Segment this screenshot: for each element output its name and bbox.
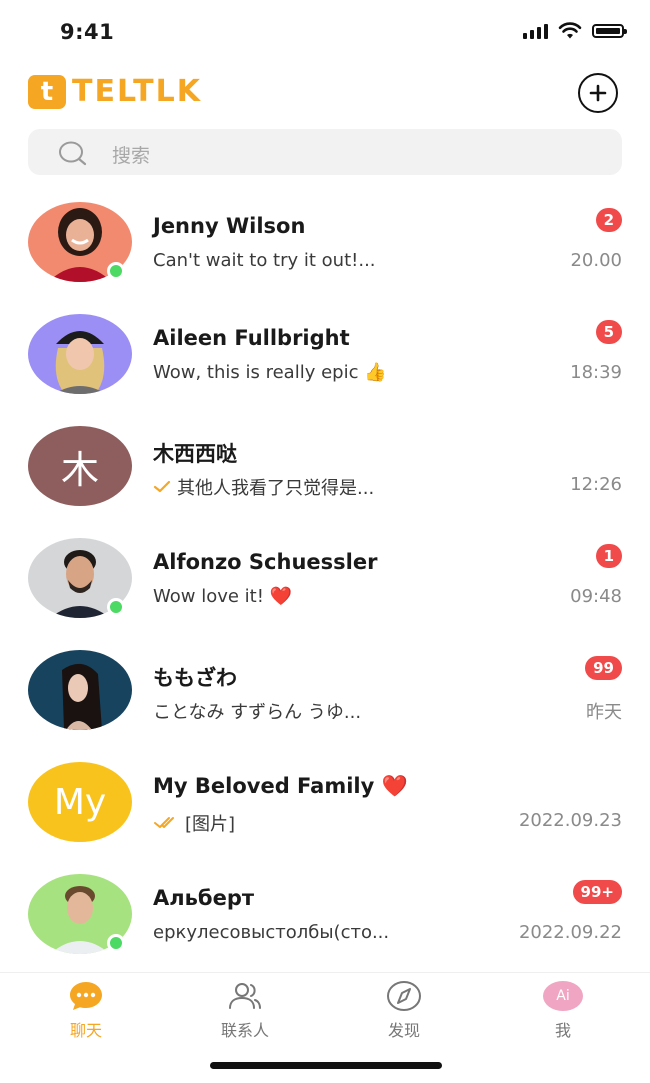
chat-name: Aileen Fullbright — [153, 326, 350, 350]
signal-icon — [523, 23, 548, 39]
avatar — [28, 314, 132, 394]
chat-preview: ことなみ すずらん うゆ... — [153, 698, 361, 724]
avatar-letter: My — [28, 762, 132, 842]
avatar — [28, 538, 132, 618]
tab-contacts[interactable]: 联系人 — [195, 979, 295, 1041]
home-indicator — [210, 1062, 442, 1069]
search-icon — [59, 141, 87, 166]
avatar — [28, 874, 132, 954]
tab-label: 我 — [554, 1021, 571, 1040]
chat-item[interactable]: Alfonzo Schuessler Wow love it! ❤️ 1 09:… — [0, 526, 650, 638]
battery-icon — [592, 24, 627, 38]
chat-preview: [图片] — [153, 810, 235, 836]
chat-item[interactable]: Aileen Fullbright Wow, this is really ep… — [0, 302, 650, 414]
online-indicator — [107, 934, 125, 952]
chat-item[interactable]: ももざわ ことなみ すずらん うゆ... 99 昨天 — [0, 638, 650, 750]
app-logo: t TELTLK — [28, 74, 202, 109]
search-bar[interactable]: 搜索 — [28, 129, 622, 175]
chat-time: 昨天 — [586, 702, 622, 723]
online-indicator — [107, 598, 125, 616]
tab-chats[interactable]: 聊天 — [36, 979, 136, 1041]
compass-icon — [387, 981, 421, 1011]
avatar: 木 — [28, 426, 132, 506]
chat-name: ももざわ — [153, 666, 237, 690]
chat-preview-text: [图片] — [185, 814, 236, 835]
unread-badge: 5 — [595, 320, 622, 344]
chat-preview-text: Wow love it! ❤️ — [153, 586, 293, 607]
profile-avatar-icon: Ai — [543, 981, 583, 1011]
contacts-icon — [229, 983, 261, 1009]
chat-time: 12:26 — [570, 474, 622, 495]
chat-preview-text: Wow, this is really epic 👍 — [153, 362, 387, 383]
logo-text: TELTLK — [72, 74, 202, 109]
unread-badge: 99 — [585, 656, 622, 680]
double-check-icon — [154, 817, 174, 828]
avatar — [28, 650, 132, 730]
single-check-icon — [153, 480, 171, 493]
chat-time: 20.00 — [570, 250, 622, 271]
chat-time: 09:48 — [570, 586, 622, 607]
add-button[interactable] — [578, 73, 618, 113]
logo-mark: t — [28, 74, 66, 109]
status-time: 9:41 — [60, 20, 115, 44]
avatar — [28, 202, 132, 282]
chat-item[interactable]: My My Beloved Family ❤️ [图片] 2022.09.23 — [0, 750, 650, 862]
chat-name: Alfonzo Schuessler — [153, 550, 378, 574]
unread-badge: 99+ — [572, 880, 622, 904]
tab-me[interactable]: Ai 我 — [513, 979, 613, 1041]
tab-label: 聊天 — [69, 1021, 102, 1040]
chat-preview-text: 其他人我看了只觉得是... — [177, 478, 375, 499]
chat-preview-text: ことなみ すずらん うゆ... — [153, 702, 362, 723]
avatar-letter: 木 — [28, 426, 132, 506]
chat-preview: Can't wait to try it out!... — [153, 250, 376, 271]
tab-bar: 聊天 联系人 发现 Ai 我 — [0, 972, 650, 1045]
unread-badge: 2 — [595, 208, 622, 232]
chat-preview-text: Can't wait to try it out!... — [153, 250, 376, 271]
search-placeholder: 搜索 — [112, 145, 151, 167]
chat-preview: Wow love it! ❤️ — [153, 586, 292, 607]
chat-preview: Wow, this is really epic 👍 — [153, 362, 387, 383]
chat-preview-text: еркулесовыстолбы(сто... — [153, 922, 390, 943]
chat-item[interactable]: Jenny Wilson Can't wait to try it out!..… — [0, 190, 650, 302]
plus-icon — [589, 84, 607, 102]
chat-name: My Beloved Family ❤️ — [153, 774, 408, 798]
wifi-icon — [558, 22, 582, 39]
status-icons — [523, 22, 627, 40]
unread-badge: 1 — [595, 544, 622, 568]
chat-preview: еркулесовыстолбы(сто... — [153, 922, 389, 943]
tab-label: 联系人 — [220, 1021, 269, 1040]
chat-time: 2022.09.22 — [518, 922, 622, 943]
app-header: t TELTLK — [0, 70, 650, 118]
chat-bubble-icon — [70, 982, 102, 1010]
chat-preview: 其他人我看了只觉得是... — [153, 474, 374, 500]
chat-name: 木西西哒 — [153, 442, 237, 466]
chat-item[interactable]: Альберт еркулесовыстолбы(сто... 99+ 2022… — [0, 862, 650, 974]
chat-item[interactable]: 木 木西西哒 其他人我看了只觉得是... 12:26 — [0, 414, 650, 526]
chat-time: 2022.09.23 — [518, 810, 622, 831]
status-bar: 9:41 — [0, 0, 650, 64]
chat-list: Jenny Wilson Can't wait to try it out!..… — [0, 190, 650, 974]
tab-label: 发现 — [387, 1021, 420, 1040]
chat-name: Альберт — [153, 886, 255, 910]
chat-name: Jenny Wilson — [153, 214, 306, 238]
tab-discover[interactable]: 发现 — [354, 979, 454, 1041]
chat-time: 18:39 — [570, 362, 622, 383]
avatar: My — [28, 762, 132, 842]
profile-avatar-text: Ai — [556, 988, 570, 1004]
online-indicator — [107, 262, 125, 280]
